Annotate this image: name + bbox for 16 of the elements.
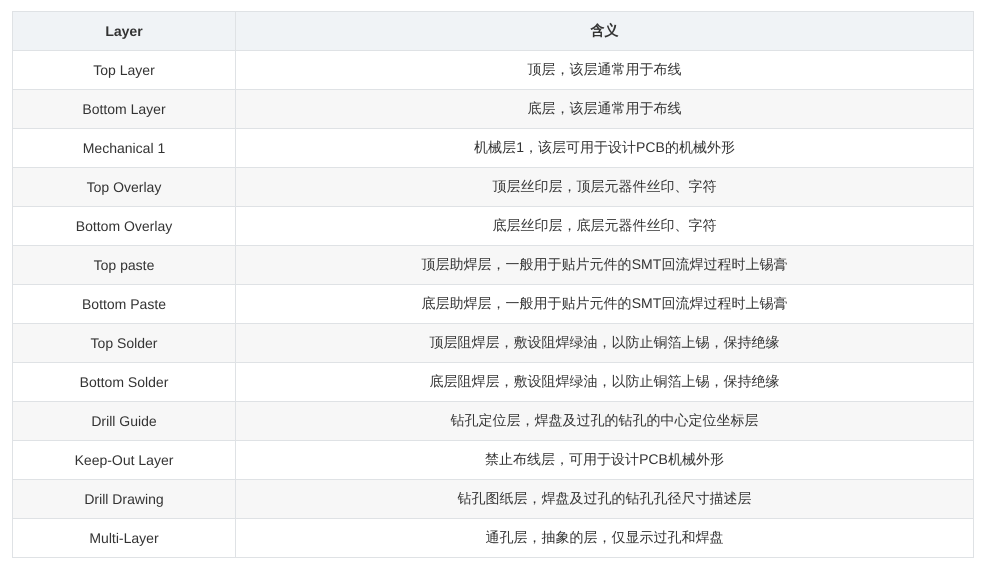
table-cell: 顶层阻焊层，敷设阻焊绿油，以防止铜箔上锡，保持绝缘 — [236, 324, 973, 363]
table-cell: 底层，该层通常用于布线 — [236, 90, 973, 129]
table-cell: 顶层助焊层，一般用于贴片元件的SMT回流焊过程时上锡膏 — [236, 246, 973, 285]
table-cell: Drill Guide — [13, 402, 236, 441]
table-cell: 顶层丝印层，顶层元器件丝印、字符 — [236, 168, 973, 207]
table-cell: Top Overlay — [13, 168, 236, 207]
table-cell: Bottom Layer — [13, 90, 236, 129]
column-header: Layer — [13, 12, 236, 51]
table-cell: 钻孔图纸层，焊盘及过孔的钻孔孔径尺寸描述层 — [236, 480, 973, 519]
table-cell: Drill Drawing — [13, 480, 236, 519]
table-cell: 通孔层，抽象的层，仅显示过孔和焊盘 — [236, 519, 973, 558]
table-cell: Top paste — [13, 246, 236, 285]
table-cell: Multi-Layer — [13, 519, 236, 558]
column-header: 含义 — [236, 12, 973, 51]
table-cell: 钻孔定位层，焊盘及过孔的钻孔的中心定位坐标层 — [236, 402, 973, 441]
table-cell: Top Solder — [13, 324, 236, 363]
